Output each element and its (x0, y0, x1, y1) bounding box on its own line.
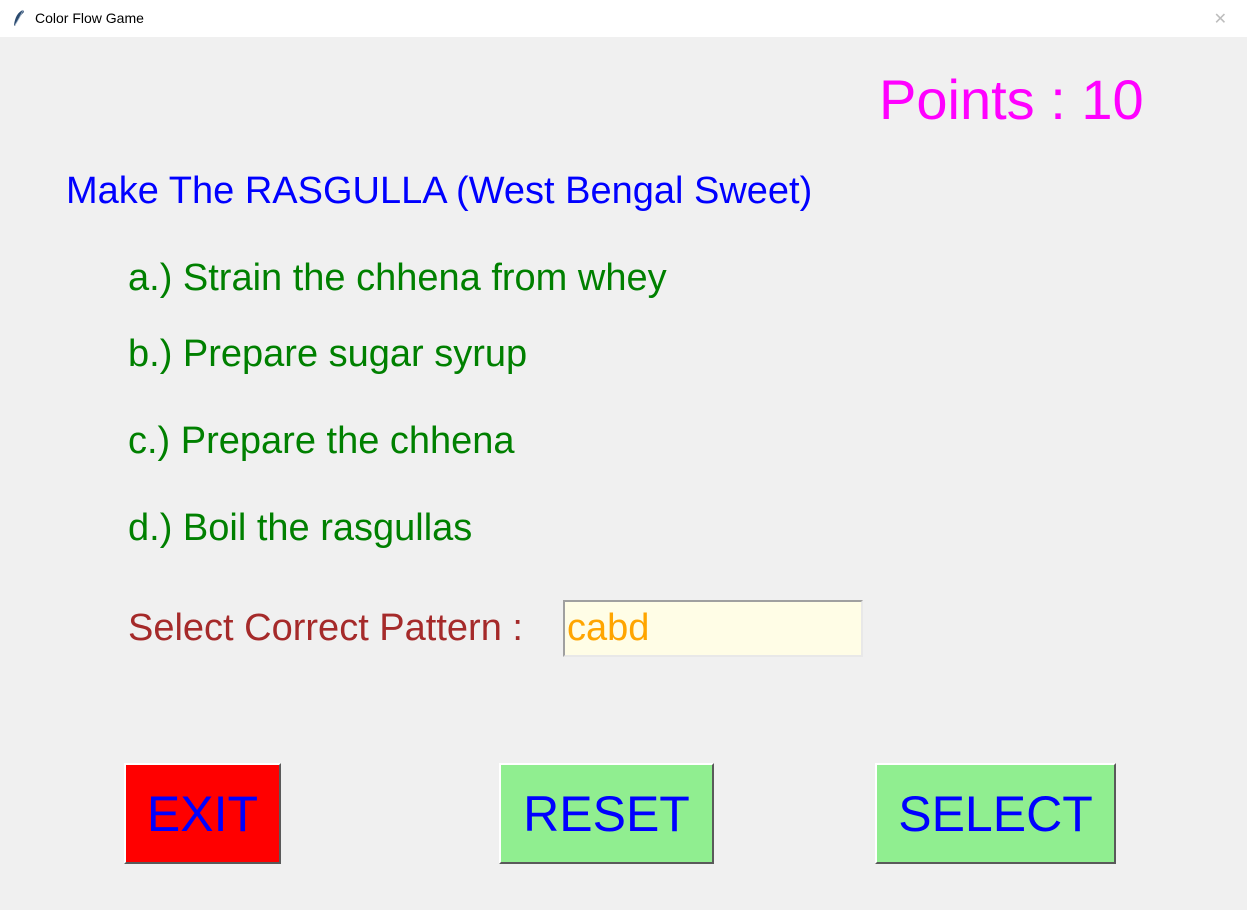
feather-icon (14, 9, 24, 26)
select-button[interactable]: SELECT (875, 763, 1116, 864)
pattern-input[interactable] (563, 600, 863, 657)
question-title: Make The RASGULLA (West Bengal Sweet) (66, 170, 813, 212)
option-a: a.) Strain the chhena from whey (128, 257, 667, 299)
reset-button[interactable]: RESET (499, 763, 714, 864)
points-display: Points : 10 (879, 68, 1144, 131)
app-window: Color Flow Game ✕ Points : 10 Make The R… (0, 0, 1247, 910)
option-b: b.) Prepare sugar syrup (128, 333, 528, 375)
exit-button[interactable]: EXIT (124, 763, 281, 864)
close-icon[interactable]: ✕ (1214, 9, 1227, 29)
option-d: d.) Boil the rasgullas (128, 507, 473, 549)
option-c: c.) Prepare the chhena (128, 420, 515, 462)
pattern-label: Select Correct Pattern : (128, 607, 523, 649)
window-title: Color Flow Game (35, 10, 144, 26)
title-bar: Color Flow Game ✕ (0, 0, 1247, 37)
